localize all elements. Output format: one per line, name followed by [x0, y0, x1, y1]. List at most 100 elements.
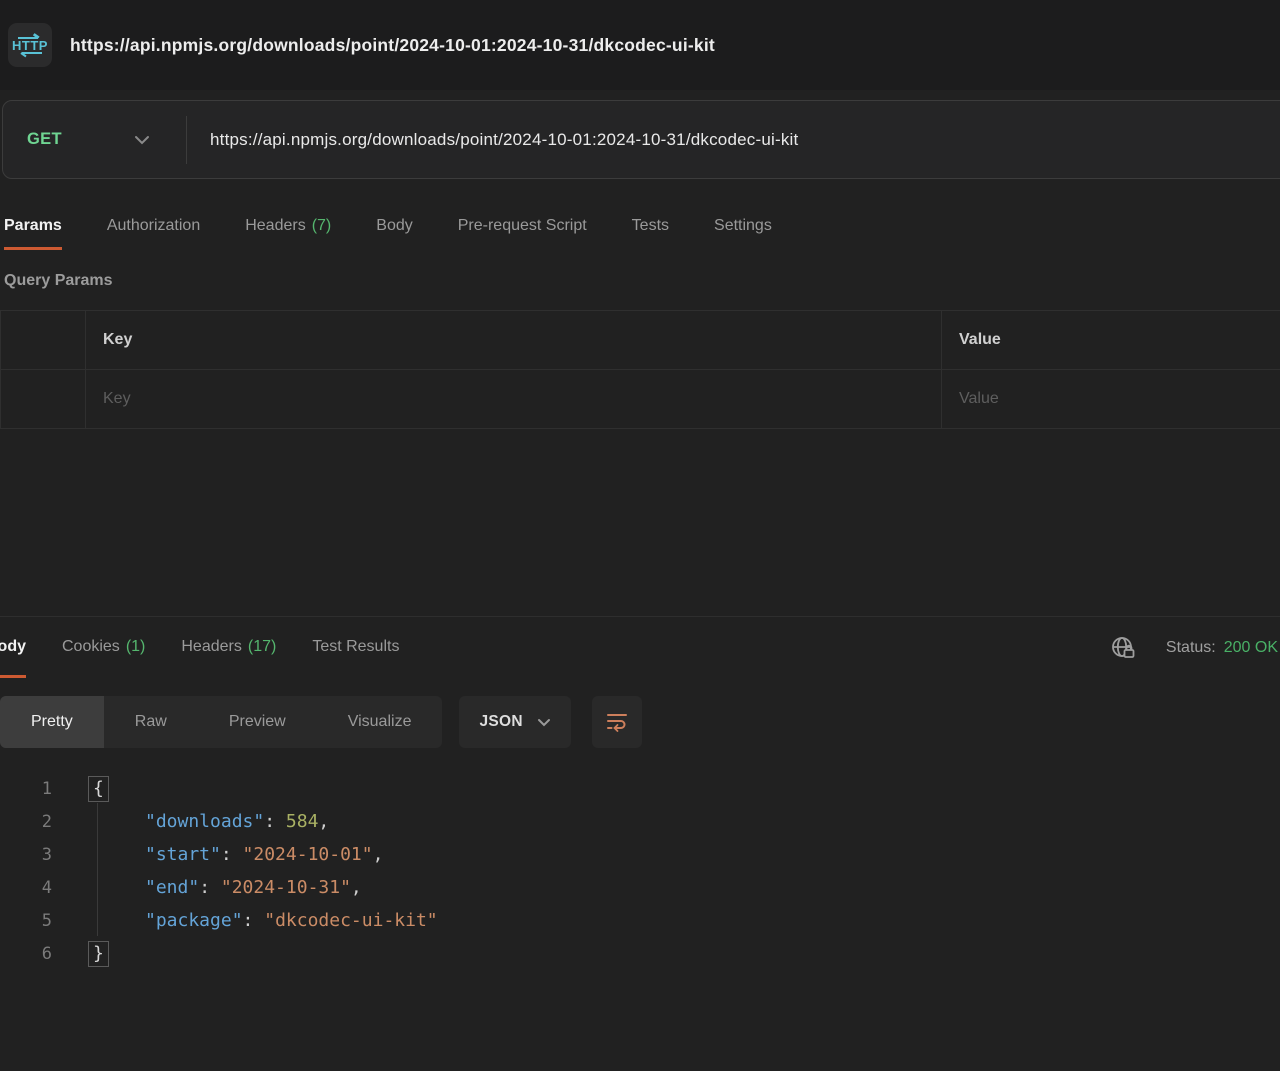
tab-authorization-label: Authorization: [107, 217, 200, 235]
json-key: "downloads": [145, 811, 264, 832]
line-number: 3: [0, 845, 52, 865]
row-checkbox-cell[interactable]: [1, 370, 86, 428]
http-method-icon: HTTP: [8, 23, 52, 67]
view-tab-visualize[interactable]: Visualize: [317, 696, 443, 748]
tab-response-body[interactable]: Body: [0, 618, 26, 678]
status-badge: 200 OK: [1224, 639, 1278, 657]
tab-pre-request-script-label: Pre-request Script: [458, 217, 587, 235]
chevron-down-icon: [134, 135, 150, 145]
line-content: "downloads": 584,: [88, 811, 329, 832]
view-tab-raw[interactable]: Raw: [104, 696, 198, 748]
view-tab-preview[interactable]: Preview: [198, 696, 317, 748]
key-column-header: Key: [86, 311, 942, 369]
tab-headers-label: Headers: [245, 217, 305, 235]
json-number-value: 584: [286, 811, 319, 832]
tab-cookies[interactable]: Cookies (1): [62, 618, 145, 678]
tab-params[interactable]: Params: [4, 204, 62, 250]
request-tabs: Params Authorization Headers (7) Body Pre…: [0, 204, 1280, 250]
view-mode-tabs: Pretty Raw Preview Visualize: [0, 696, 442, 748]
method-dropdown[interactable]: GET: [3, 130, 158, 149]
code-line: 5 "package": "dkcodec-ui-kit": [0, 904, 1280, 937]
response-section-divider: [0, 616, 1280, 617]
json-string-value: "dkcodec-ui-kit": [264, 910, 437, 931]
json-string-value: "2024-10-01": [243, 844, 373, 865]
response-view-bar: Pretty Raw Preview Visualize JSON: [0, 696, 1280, 748]
tab-response-headers-count: (17): [248, 638, 276, 656]
line-number: 1: [0, 779, 52, 799]
value-input[interactable]: Value: [942, 370, 1280, 428]
json-colon: :: [221, 844, 243, 865]
tab-response-headers-label: Headers: [181, 638, 241, 656]
arrow-left-icon: [17, 51, 43, 58]
code-line: 3 "start": "2024-10-01",: [0, 838, 1280, 871]
format-dropdown[interactable]: JSON: [459, 696, 570, 748]
json-key: "package": [145, 910, 243, 931]
http-badge-label: HTTP: [12, 40, 48, 51]
url-bar: GET https://api.npmjs.org/downloads/poin…: [2, 100, 1280, 179]
code-line: 6 }: [0, 937, 1280, 970]
tab-headers-count: (7): [312, 217, 332, 235]
request-tab-header: HTTP https://api.npmjs.org/downloads/poi…: [0, 0, 1280, 90]
response-body-editor[interactable]: 1 { 2 "downloads": 584, 3 "start": "2024…: [0, 772, 1280, 970]
code-line: 4 "end": "2024-10-31",: [0, 871, 1280, 904]
tab-test-results[interactable]: Test Results: [312, 618, 399, 678]
json-colon: :: [264, 811, 286, 832]
response-tabs: Body Cookies (1) Headers (17) Test Results: [0, 618, 399, 678]
tab-test-results-label: Test Results: [312, 638, 399, 656]
tab-tests-label: Tests: [632, 217, 669, 235]
view-tab-pretty[interactable]: Pretty: [0, 696, 104, 748]
tab-cookies-count: (1): [126, 638, 146, 656]
select-all-cell[interactable]: [1, 311, 86, 369]
tab-response-body-label: Body: [0, 638, 26, 656]
globe-lock-icon[interactable]: [1110, 635, 1136, 661]
fold-marker-close-brace[interactable]: }: [88, 941, 109, 967]
tab-tests[interactable]: Tests: [632, 204, 669, 250]
method-label: GET: [27, 130, 62, 149]
line-content: "end": "2024-10-31",: [88, 877, 362, 898]
wrap-text-button[interactable]: [592, 696, 642, 748]
table-header-row: Key Value: [1, 311, 1280, 370]
tab-headers[interactable]: Headers (7): [245, 204, 331, 250]
key-input[interactable]: Key: [86, 370, 942, 428]
line-content: {: [88, 776, 109, 802]
json-comma: ,: [373, 844, 384, 865]
url-divider: [186, 116, 187, 164]
line-content: "start": "2024-10-01",: [88, 844, 383, 865]
line-number: 2: [0, 812, 52, 832]
response-header: Body Cookies (1) Headers (17) Test Results…: [0, 618, 1280, 678]
table-row: Key Value: [1, 370, 1280, 429]
line-content: }: [88, 941, 109, 967]
indent-guide: [97, 803, 98, 936]
tab-settings-label: Settings: [714, 217, 772, 235]
query-params-heading: Query Params: [0, 272, 1280, 290]
request-title: https://api.npmjs.org/downloads/point/20…: [70, 35, 715, 56]
line-content: "package": "dkcodec-ui-kit": [88, 910, 438, 931]
json-colon: :: [243, 910, 265, 931]
line-number: 4: [0, 878, 52, 898]
value-column-header: Value: [942, 311, 1280, 369]
json-comma: ,: [351, 877, 362, 898]
json-colon: :: [199, 877, 221, 898]
status-label: Status:: [1166, 639, 1216, 657]
format-dropdown-value: JSON: [479, 713, 522, 731]
tab-authorization[interactable]: Authorization: [107, 204, 200, 250]
tab-body-label: Body: [376, 217, 412, 235]
json-comma: ,: [318, 811, 329, 832]
chevron-down-icon: [537, 718, 551, 727]
json-key: "end": [145, 877, 199, 898]
line-number: 6: [0, 944, 52, 964]
fold-marker-open-brace[interactable]: {: [88, 776, 109, 802]
url-input[interactable]: https://api.npmjs.org/downloads/point/20…: [210, 130, 798, 150]
tab-response-headers[interactable]: Headers (17): [181, 618, 276, 678]
tab-pre-request-script[interactable]: Pre-request Script: [458, 204, 587, 250]
tab-settings[interactable]: Settings: [714, 204, 772, 250]
response-status-area: Status: 200 OK: [1110, 635, 1280, 661]
wrap-text-icon: [605, 711, 629, 733]
line-number: 5: [0, 911, 52, 931]
tab-cookies-label: Cookies: [62, 638, 120, 656]
tab-body[interactable]: Body: [376, 204, 412, 250]
tab-params-label: Params: [4, 217, 62, 235]
code-line: 1 {: [0, 772, 1280, 805]
json-key: "start": [145, 844, 221, 865]
query-params-table: Key Value Key Value: [0, 310, 1280, 429]
